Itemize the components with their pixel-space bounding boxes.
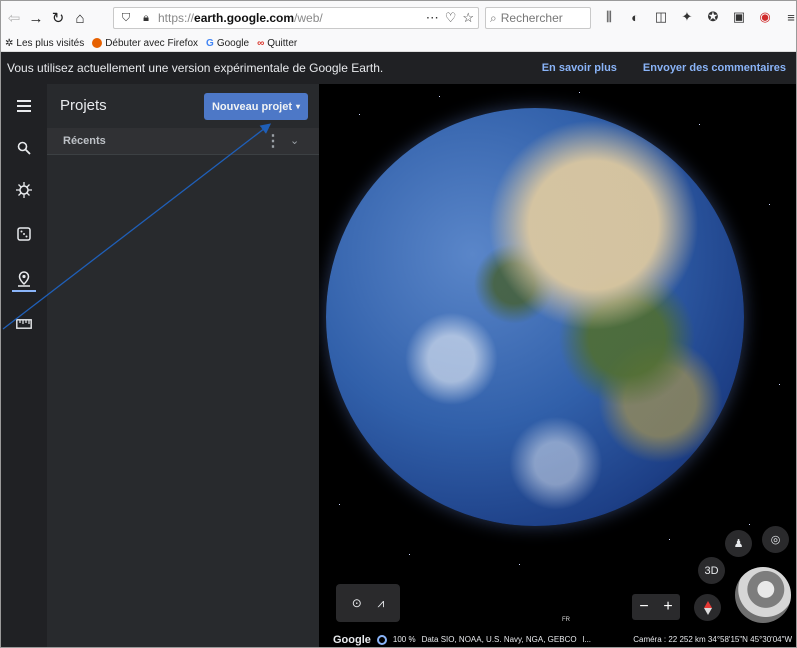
experimental-banner: Vous utilisez actuellement une version e… (1, 52, 796, 84)
recent-projects-header[interactable]: Récents ⋮ ⌄ (47, 128, 319, 155)
menu-icon[interactable]: ≡ (783, 9, 796, 25)
projects-pin-icon[interactable] (12, 268, 36, 292)
mini-globe-icon[interactable] (735, 567, 791, 623)
google-icon: G (206, 37, 214, 49)
bookmark-label: Quitter (267, 37, 298, 49)
firefox-icon (92, 38, 103, 48)
search-placeholder: Rechercher (500, 11, 563, 25)
quit-icon: ∞ (257, 37, 265, 49)
attribution-more[interactable]: l... (583, 635, 591, 644)
projects-panel: Projets Nouveau projet ▾ Récents ⋮ ⌄ (47, 84, 319, 647)
load-percent: 100 % (392, 635, 416, 644)
library-icon[interactable]: ⫼ (601, 9, 617, 25)
url-host: earth.google.com (194, 11, 295, 25)
bookmark-most-visited[interactable]: ✲ Les plus visités (5, 38, 84, 49)
bookmarks-bar: ✲ Les plus visités Débuter avec Firefox G… (1, 35, 796, 52)
compass-icon[interactable] (694, 594, 721, 621)
zoom-controls: − + (632, 594, 680, 620)
earth-globe[interactable] (326, 108, 744, 526)
search-icon: ⌕ (490, 10, 497, 25)
bookmark-quit[interactable]: ∞ Quitter (257, 38, 297, 49)
page-actions-icon[interactable]: ⋯ (426, 10, 439, 26)
bookmark-label: Google (216, 37, 250, 49)
new-project-button[interactable]: Nouveau projet ▾ (204, 93, 308, 120)
screenshot-frame: ⇦ → ↻ ⌂ ⛉ 🔒︎ https://earth.google.com/we… (0, 0, 797, 648)
bookmark-label: Les plus visités (16, 37, 85, 49)
search-rail-icon[interactable] (12, 136, 36, 160)
learn-more-link[interactable]: En savoir plus (542, 62, 617, 74)
extension-icon[interactable]: ✦ (679, 9, 695, 25)
voyager-icon[interactable] (12, 178, 36, 202)
draw-path-icon[interactable]: ⩘ (378, 596, 385, 611)
url-prefix: https:// (158, 11, 195, 25)
side-rail (1, 84, 47, 647)
google-logo: Google (333, 633, 371, 646)
country-label: FR (562, 617, 570, 623)
browser-toolbar: ⇦ → ↻ ⌂ ⛉ 🔒︎ https://earth.google.com/we… (1, 1, 796, 35)
url-path: /web/ (294, 11, 323, 25)
recent-label: Récents (63, 135, 106, 147)
gear-icon: ✲ (5, 37, 14, 49)
search-input[interactable]: ⌕ Rechercher (485, 7, 591, 29)
bookmark-star-icon[interactable]: ☆ (462, 10, 474, 26)
panel-title: Projets (60, 97, 107, 114)
forward-arrow-icon[interactable]: → (27, 9, 45, 27)
extension-2-icon[interactable]: ✪ (705, 9, 721, 25)
map-footer: Google 100 % Data SIO, NOAA, U.S. Navy, … (319, 630, 796, 647)
privacy-badger-icon[interactable]: ◐ (627, 9, 643, 25)
zoom-in-button[interactable]: + (663, 598, 672, 616)
my-location-icon[interactable]: ◎ (762, 526, 789, 553)
extension-4-icon[interactable]: ◉ (757, 9, 773, 25)
banner-message: Vous utilisez actuellement une version e… (7, 61, 384, 75)
placemark-icon[interactable]: ⊙ (352, 596, 362, 610)
pocket-icon[interactable]: ♡ (445, 10, 457, 26)
send-feedback-link[interactable]: Envoyer des commentaires (643, 62, 786, 74)
reload-icon[interactable]: ↻ (49, 9, 67, 27)
menu-hamburger-icon[interactable] (12, 94, 36, 118)
more-options-icon[interactable]: ⋮ (265, 131, 281, 151)
bookmark-google[interactable]: G Google (206, 38, 249, 49)
ruler-icon[interactable] (12, 312, 36, 336)
bookmark-label: Débuter avec Firefox (105, 37, 199, 49)
dropdown-arrow-icon: ▾ (296, 102, 301, 111)
map-tools: ⊙ ⩘ (336, 584, 400, 622)
loading-ring-icon (376, 634, 387, 645)
shield-icon[interactable]: ⛉ (118, 12, 134, 25)
map-viewport[interactable]: ⊙ ⩘ ♟ ◎ 3D − + FR Google 100 % Data SIO,… (319, 84, 796, 647)
camera-readout: Caméra : 22 252 km 34°58'15"N 45°30'04"W (633, 635, 792, 644)
pegman-icon[interactable]: ♟ (725, 530, 752, 557)
bookmark-firefox[interactable]: Débuter avec Firefox (92, 38, 198, 49)
lock-icon[interactable]: 🔒︎ (138, 12, 154, 25)
feeling-lucky-icon[interactable] (12, 222, 36, 246)
zoom-out-button[interactable]: − (639, 598, 648, 616)
extension-3-icon[interactable]: ▣ (731, 9, 747, 25)
url-bar[interactable]: ⛉ 🔒︎ https://earth.google.com/web/ ⋯ ♡ ☆ (113, 7, 479, 29)
new-project-label: Nouveau projet (211, 100, 293, 113)
back-arrow-icon[interactable]: ⇦ (5, 9, 23, 27)
home-icon[interactable]: ⌂ (71, 9, 89, 27)
toolbar-icons: ⫼ ◐ ◫ ✦ ✪ ▣ ◉ ≡ (601, 9, 796, 25)
chevron-down-icon[interactable]: ⌄ (290, 134, 299, 147)
toggle-3d-button[interactable]: 3D (698, 557, 725, 584)
reader-view-icon[interactable]: ◫ (653, 9, 669, 25)
data-attribution[interactable]: Data SIO, NOAA, U.S. Navy, NGA, GEBCO (422, 635, 577, 644)
